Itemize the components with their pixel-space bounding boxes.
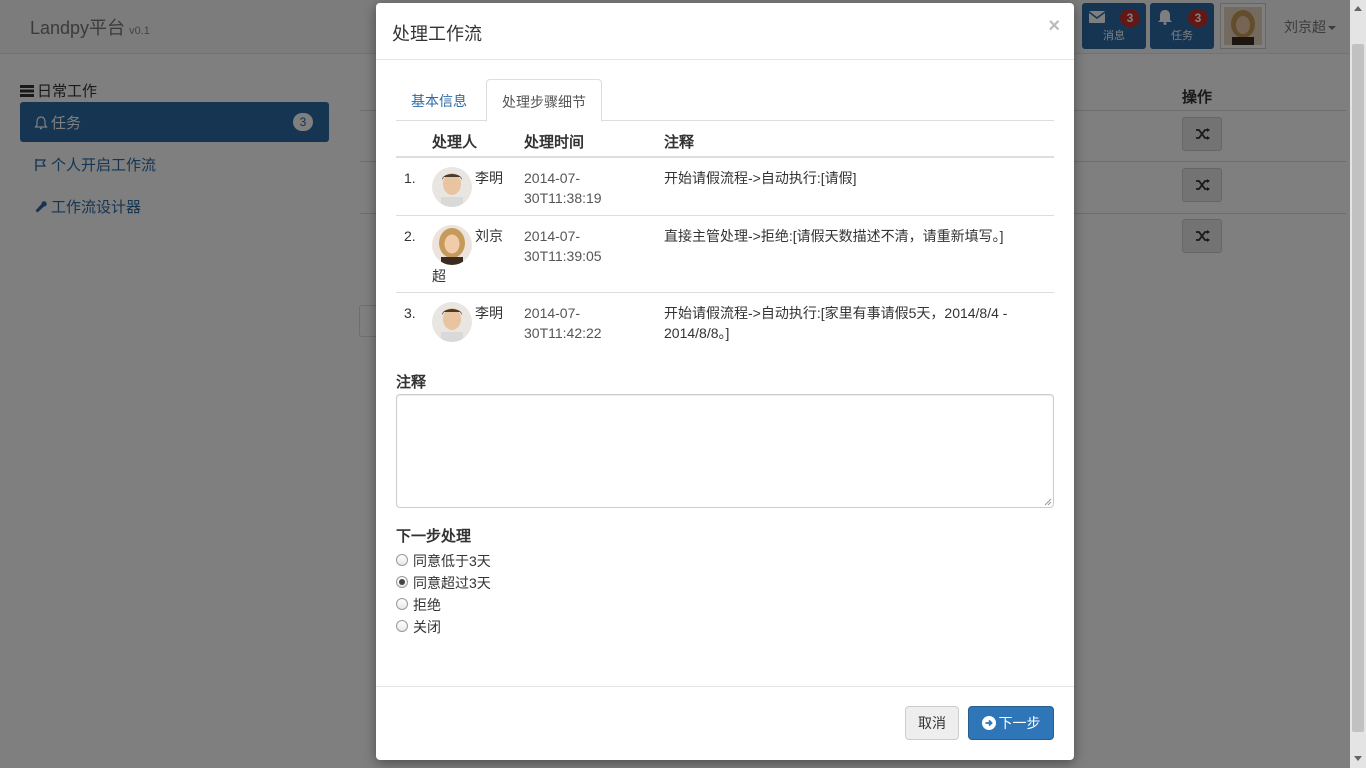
time-line: 30T11:42:22 [524, 325, 602, 341]
process-time: 2014-07- 30T11:39:05 [524, 226, 634, 266]
row-number: 1. [404, 170, 416, 186]
time-line: 2014-07- [524, 228, 581, 244]
table-row: 1. 李明 2014-07- 30T11:38:19 开始请假流程->自动执行:[… [396, 158, 1054, 216]
step-note: 开始请假流程->自动执行:[请假] [664, 170, 857, 186]
steps-table: 处理人 处理时间 注释 1. 李明 2014-07- 30T11:38:19 开始… [396, 121, 1054, 349]
radio-button[interactable] [396, 554, 408, 566]
avatar-male-image [432, 167, 472, 207]
person-name-line: 刘京 [475, 228, 503, 244]
process-workflow-modal: 处理工作流 × 基本信息 处理步骤细节 处理人 处理时间 注释 1. 李明 20… [376, 3, 1074, 760]
radio-label: 拒绝 [413, 597, 441, 613]
process-time: 2014-07- 30T11:38:19 [524, 168, 634, 208]
radio-button[interactable] [396, 620, 408, 632]
next-step-button[interactable]: 下一步 [968, 706, 1054, 740]
steps-table-header: 处理人 处理时间 注释 [396, 121, 1054, 158]
table-row: 3. 李明 2014-07- 30T11:42:22 开始请假流程->自动执行:[… [396, 293, 1054, 349]
column-header-time: 处理时间 [524, 134, 585, 151]
scroll-up-arrow-icon[interactable] [1354, 6, 1362, 11]
cancel-button[interactable]: 取消 [905, 706, 959, 740]
step-note: 开始请假流程->自动执行:[家里有事请假5天，2014/8/4 - 2014/8… [664, 305, 1008, 341]
row-number: 2. [404, 228, 416, 244]
column-header-person: 处理人 [432, 134, 478, 151]
time-line: 2014-07- [524, 305, 581, 321]
column-header-note: 注释 [664, 134, 695, 151]
modal-footer: 取消 下一步 [376, 686, 1074, 760]
close-icon[interactable]: × [1048, 15, 1060, 38]
modal-title: 处理工作流 [392, 24, 482, 44]
person-name: 李明 [475, 305, 503, 321]
note-textarea[interactable] [396, 394, 1054, 508]
step-note: 直接主管处理->拒绝:[请假天数描述不清，请重新填写。] [664, 228, 1004, 244]
radio-label: 同意低于3天 [413, 553, 491, 569]
radio-button-selected[interactable] [396, 576, 408, 588]
note-label: 注释 [396, 374, 427, 391]
time-line: 30T11:39:05 [524, 248, 602, 264]
scrollbar-thumb[interactable] [1352, 44, 1364, 732]
next-step-label: 下一步处理 [396, 528, 472, 545]
avatar-female-image [432, 225, 472, 265]
avatar-male-image [432, 302, 472, 342]
row-number: 3. [404, 305, 416, 321]
time-line: 2014-07- [524, 170, 581, 186]
arrow-circle-right-icon [981, 716, 996, 730]
process-time: 2014-07- 30T11:42:22 [524, 303, 634, 343]
person-name: 李明 [475, 170, 503, 186]
tab-step-details[interactable]: 处理步骤细节 [486, 79, 602, 122]
modal-tabs: 基本信息 处理步骤细节 [396, 79, 1054, 122]
resize-grip-icon[interactable] [1043, 497, 1052, 506]
radio-button[interactable] [396, 598, 408, 610]
scroll-down-arrow-icon[interactable] [1354, 756, 1362, 761]
modal-header: 处理工作流 × [376, 3, 1074, 60]
table-row: 2. 刘京 超 2014-07- 30T11:39:05 直接主管处理->拒绝:[… [396, 216, 1054, 293]
radio-label: 关闭 [413, 619, 441, 635]
tab-basic-info[interactable]: 基本信息 [396, 79, 482, 121]
next-step-label-text: 下一步 [998, 715, 1041, 731]
person-name-line: 超 [432, 268, 446, 284]
radio-label: 同意超过3天 [413, 575, 491, 591]
time-line: 30T11:38:19 [524, 190, 602, 206]
